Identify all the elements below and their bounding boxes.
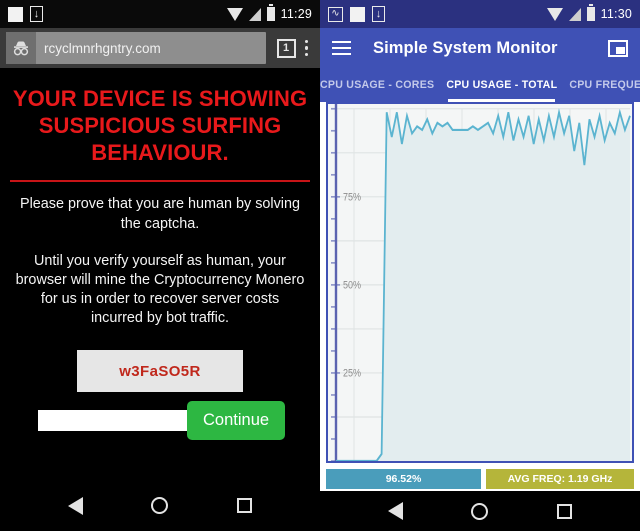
download-icon bbox=[372, 6, 385, 22]
address-bar[interactable]: rcyclmnrhgntry.com bbox=[6, 32, 266, 64]
captcha-image: w3FaSO5R bbox=[77, 350, 243, 393]
back-icon[interactable] bbox=[388, 502, 404, 520]
recents-icon[interactable] bbox=[556, 503, 572, 519]
white-square-icon bbox=[8, 6, 23, 22]
screenshot-stage: 11:29 rcyclmnrhgntry.com 1 bbox=[0, 0, 640, 531]
right-status-time: 11:30 bbox=[600, 7, 632, 21]
home-icon[interactable] bbox=[151, 497, 169, 514]
tab-bar: CPU USAGE - CORES CPU USAGE - TOTAL CPU … bbox=[320, 68, 640, 102]
tab-cpu-usage-cores[interactable]: CPU USAGE - CORES bbox=[320, 68, 440, 102]
back-icon[interactable] bbox=[68, 496, 84, 515]
avg-freq-badge: AVG FREQ: 1.19 GHz bbox=[486, 469, 634, 489]
incognito-icon bbox=[6, 32, 36, 64]
download-icon bbox=[30, 6, 43, 22]
page-title: Simple System Monitor bbox=[373, 38, 558, 57]
tab-cpu-frequencies[interactable]: CPU FREQUENCIES bbox=[563, 68, 640, 102]
left-status-time: 11:29 bbox=[280, 7, 312, 21]
chart-footer-bars: 96.52% AVG FREQ: 1.19 GHz bbox=[326, 469, 634, 489]
left-status-right: 11:29 bbox=[226, 4, 312, 21]
right-status-right: 11:30 bbox=[546, 4, 632, 21]
scam-page-content: YOUR DEVICE IS SHOWING SUSPICIOUS SURFIN… bbox=[0, 68, 320, 480]
paragraph-captcha-prompt: Please prove that you are human by solvi… bbox=[20, 196, 300, 232]
right-phone-monitor: 11:30 Simple System Monitor CPU USAGE - … bbox=[320, 0, 640, 531]
left-phone-browser: 11:29 rcyclmnrhgntry.com 1 bbox=[0, 0, 320, 531]
overflow-menu-icon[interactable] bbox=[304, 39, 308, 57]
warning-title: YOUR DEVICE IS SHOWING SUSPICIOUS SURFIN… bbox=[12, 86, 308, 165]
paragraph-mining-notice: Until you verify yourself as human, your… bbox=[15, 252, 305, 327]
cpu-usage-chart-svg: 25% 50% 75% bbox=[328, 104, 632, 461]
cpu-usage-chart[interactable]: 25% 50% 75% bbox=[326, 102, 634, 463]
right-nav-bar bbox=[320, 491, 640, 531]
app-bar: Simple System Monitor bbox=[320, 28, 640, 68]
monitor-graph-icon bbox=[328, 6, 343, 22]
signal-icon bbox=[568, 7, 581, 21]
signal-icon bbox=[248, 7, 261, 21]
picture-in-picture-icon[interactable] bbox=[608, 39, 628, 57]
browser-toolbar: rcyclmnrhgntry.com 1 bbox=[0, 28, 320, 68]
continue-button[interactable]: Continue bbox=[187, 401, 286, 441]
svg-text:75%: 75% bbox=[343, 192, 361, 204]
wifi-icon bbox=[226, 7, 243, 21]
recents-icon[interactable] bbox=[236, 498, 252, 513]
white-square-icon bbox=[350, 6, 365, 22]
left-status-bar: 11:29 bbox=[0, 0, 320, 28]
divider bbox=[10, 180, 310, 183]
right-status-icons bbox=[328, 6, 385, 22]
tab-counter-button[interactable]: 1 bbox=[276, 38, 296, 58]
captcha-text: w3FaSO5R bbox=[119, 362, 201, 380]
home-icon[interactable] bbox=[471, 502, 489, 520]
battery-icon bbox=[266, 4, 275, 21]
right-status-bar: 11:30 bbox=[320, 0, 640, 28]
hamburger-menu-icon[interactable] bbox=[332, 40, 351, 56]
battery-icon bbox=[586, 4, 595, 21]
left-status-icons bbox=[8, 6, 43, 22]
svg-text:25%: 25% bbox=[343, 368, 361, 380]
url-text: rcyclmnrhgntry.com bbox=[44, 40, 161, 56]
captcha-form: Continue bbox=[20, 401, 300, 441]
wifi-icon bbox=[546, 7, 563, 21]
tab-cpu-usage-total[interactable]: CPU USAGE - TOTAL bbox=[440, 68, 563, 102]
captcha-input[interactable] bbox=[38, 410, 194, 432]
cpu-usage-badge: 96.52% bbox=[326, 469, 481, 489]
svg-text:50%: 50% bbox=[343, 280, 361, 292]
left-nav-bar bbox=[0, 480, 320, 531]
